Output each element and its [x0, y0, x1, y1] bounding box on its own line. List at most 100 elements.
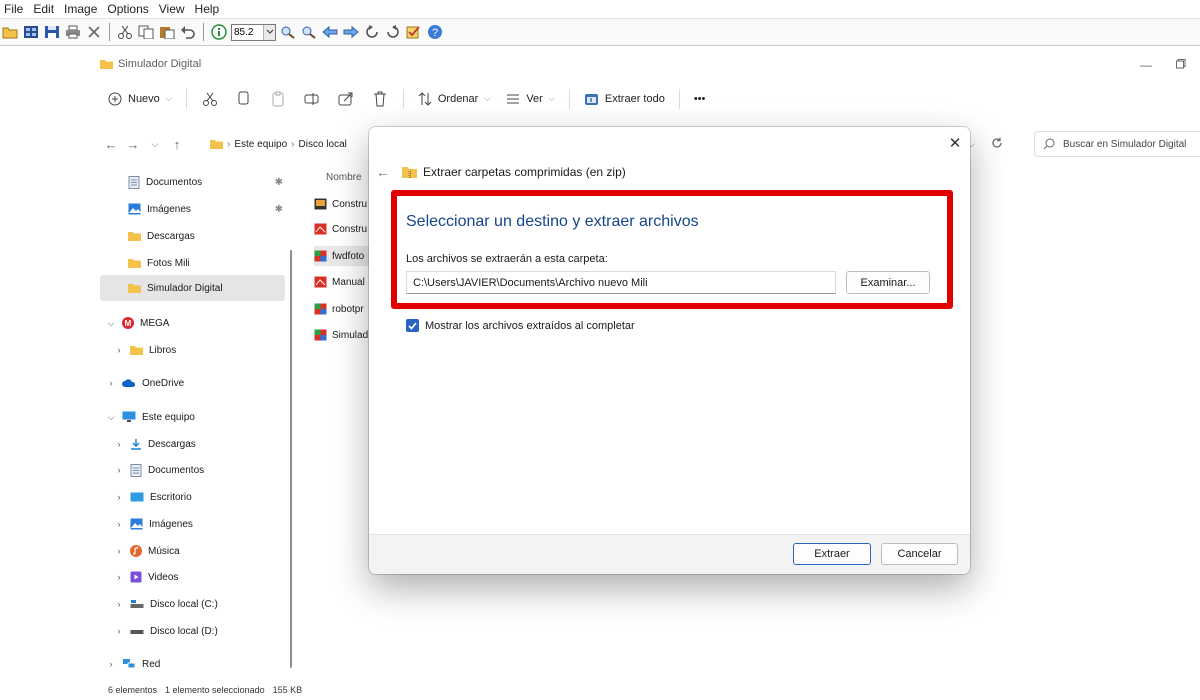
expand-chevron-icon[interactable]: ›: [114, 492, 124, 502]
nav-item-pc-disco-c[interactable]: › Disco local (C:): [114, 593, 218, 615]
paste-icon: [271, 91, 285, 107]
refresh-icon[interactable]: [991, 137, 1003, 152]
address-bar[interactable]: › Este equipo › Disco local: [210, 130, 370, 158]
nav-item-onedrive[interactable]: › OneDrive: [106, 372, 185, 394]
expand-chevron-icon[interactable]: ›: [114, 519, 124, 529]
menu-edit[interactable]: Edit: [28, 0, 59, 18]
nav-item-pc-musica[interactable]: › Música: [114, 540, 180, 562]
column-header-name[interactable]: Nombre: [326, 172, 362, 183]
recent-chevron-icon[interactable]: ⌵: [144, 132, 166, 156]
previous-arrow-icon[interactable]: [321, 23, 339, 41]
forward-arrow-icon[interactable]: →: [122, 132, 144, 156]
minimize-icon[interactable]: —: [1140, 58, 1152, 72]
scissors-icon: [202, 91, 218, 107]
expand-chevron-icon[interactable]: ›: [114, 465, 124, 475]
nav-item-pc-escritorio[interactable]: › Escritorio: [114, 486, 192, 508]
destination-path-input[interactable]: C:\Users\JAVIER\Documents\Archivo nuevo …: [406, 271, 836, 294]
more-options-button[interactable]: •••: [686, 84, 714, 114]
thumbnails-icon[interactable]: [22, 23, 40, 41]
expand-chevron-icon[interactable]: ›: [106, 378, 116, 388]
nav-item-pc-disco-d[interactable]: › Disco local (D:): [114, 620, 218, 642]
nav-item-pc-documentos[interactable]: › Documentos: [114, 459, 204, 481]
zoom-select[interactable]: 85.2: [231, 23, 276, 41]
print-icon[interactable]: [64, 23, 82, 41]
help-icon[interactable]: ?: [426, 23, 444, 41]
nav-item-mega[interactable]: ⌵ M MEGA: [106, 312, 169, 334]
menu-view[interactable]: View: [154, 0, 190, 18]
nav-item-pc-descargas[interactable]: › Descargas: [114, 433, 196, 455]
nav-item-pc-imagenes[interactable]: › Imágenes: [114, 513, 193, 535]
expand-chevron-icon[interactable]: ⌵: [106, 318, 116, 329]
share-button[interactable]: [329, 84, 363, 114]
extract-button[interactable]: Extraer: [793, 543, 871, 565]
file-item[interactable]: Simulad: [314, 325, 374, 345]
expand-chevron-icon[interactable]: ›: [114, 626, 124, 636]
zoom-out-icon[interactable]: [300, 23, 318, 41]
folder-icon: [100, 59, 113, 69]
maximize-icon[interactable]: [1176, 58, 1186, 72]
nav-item-libros[interactable]: › Libros: [114, 339, 177, 361]
save-icon[interactable]: [43, 23, 61, 41]
cut-icon[interactable]: [116, 23, 134, 41]
expand-chevron-icon[interactable]: ›: [106, 659, 116, 669]
paste-button[interactable]: [261, 84, 295, 114]
view-button[interactable]: Ver ⌵: [498, 84, 563, 114]
pin-icon[interactable]: ✱: [275, 204, 283, 215]
nav-item-fotos-mili[interactable]: Fotos Mili: [128, 252, 190, 274]
expand-chevron-icon[interactable]: ›: [114, 572, 124, 582]
menu-options[interactable]: Options: [102, 0, 153, 18]
breadcrumb-disco-local[interactable]: Disco local: [299, 139, 347, 150]
menu-image[interactable]: Image: [59, 0, 102, 18]
checkbox-checked-icon[interactable]: [406, 319, 419, 332]
edit-checklist-icon[interactable]: [405, 23, 423, 41]
rotate-right-icon[interactable]: [384, 23, 402, 41]
drive-d-icon: [130, 626, 144, 636]
pin-icon[interactable]: ✱: [275, 177, 283, 188]
copy-icon[interactable]: [137, 23, 155, 41]
menu-file[interactable]: File: [0, 0, 28, 18]
open-folder-icon[interactable]: [1, 23, 19, 41]
zoom-in-icon[interactable]: [279, 23, 297, 41]
search-input[interactable]: Buscar en Simulador Digital: [1034, 131, 1200, 157]
next-arrow-icon[interactable]: [342, 23, 360, 41]
expand-chevron-icon[interactable]: ⌵: [106, 412, 116, 423]
nav-item-simulador-digital[interactable]: Simulador Digital: [100, 275, 285, 301]
expand-chevron-icon[interactable]: ›: [114, 345, 124, 355]
expand-chevron-icon[interactable]: ›: [114, 546, 124, 556]
delete-icon[interactable]: [85, 23, 103, 41]
new-button[interactable]: Nuevo ⌵: [100, 84, 180, 114]
nav-item-descargas[interactable]: Descargas: [128, 225, 195, 247]
up-arrow-icon[interactable]: ↑: [166, 132, 188, 156]
nav-item-imagenes[interactable]: Imágenes ✱: [128, 198, 283, 220]
nav-item-documentos[interactable]: Documentos ✱: [128, 171, 283, 193]
back-arrow-icon[interactable]: ←: [100, 132, 122, 156]
copy-button[interactable]: [227, 84, 261, 114]
menu-help[interactable]: Help: [190, 0, 225, 18]
info-icon[interactable]: [210, 23, 228, 41]
file-item[interactable]: fwdfoto: [314, 246, 374, 266]
back-arrow-icon[interactable]: ←: [376, 164, 390, 180]
nav-scrollbar[interactable]: [290, 250, 292, 668]
breadcrumb-este-equipo[interactable]: Este equipo: [234, 139, 287, 150]
undo-icon[interactable]: [179, 23, 197, 41]
expand-chevron-icon[interactable]: ›: [114, 599, 124, 609]
paste-icon[interactable]: [158, 23, 176, 41]
sort-button[interactable]: Ordenar ⌵: [410, 84, 498, 114]
file-item[interactable]: robotpr: [314, 299, 374, 319]
delete-button[interactable]: [363, 84, 397, 114]
file-item[interactable]: Constru: [314, 194, 374, 214]
file-item[interactable]: Manual: [314, 272, 374, 292]
rename-button[interactable]: [295, 84, 329, 114]
close-icon[interactable]: ✕: [943, 133, 967, 153]
file-item[interactable]: Constru: [314, 219, 374, 239]
browse-button[interactable]: Examinar...: [846, 271, 930, 294]
nav-item-pc-videos[interactable]: › Videos: [114, 566, 178, 588]
cut-button[interactable]: [193, 84, 227, 114]
cancel-button[interactable]: Cancelar: [881, 543, 958, 565]
nav-item-red[interactable]: › Red: [106, 653, 161, 675]
expand-chevron-icon[interactable]: ›: [114, 439, 124, 449]
rotate-left-icon[interactable]: [363, 23, 381, 41]
show-extracted-checkbox[interactable]: Mostrar los archivos extraídos al comple…: [406, 319, 635, 332]
nav-item-este-equipo[interactable]: ⌵ Este equipo: [106, 406, 195, 428]
extract-all-button[interactable]: Extraer todo: [576, 84, 673, 114]
